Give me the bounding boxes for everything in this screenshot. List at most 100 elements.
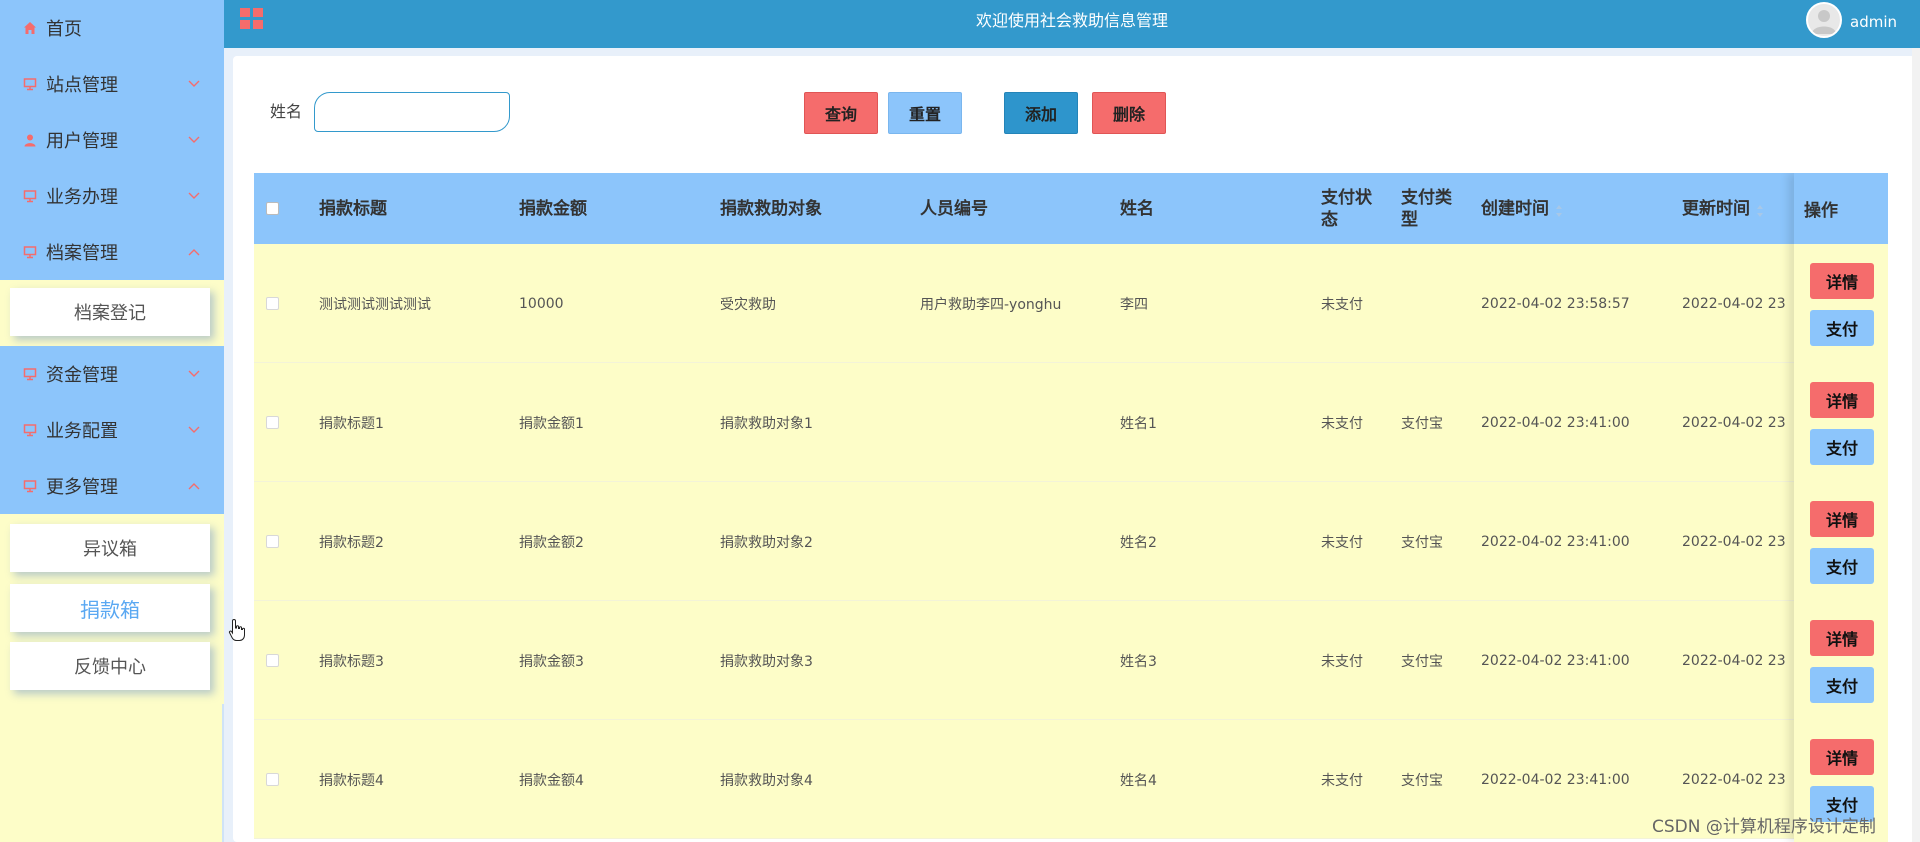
cell-person-no: [920, 363, 1115, 482]
column-header: 支付类型: [1401, 187, 1452, 230]
sort-icon[interactable]: [1756, 202, 1764, 217]
column-header: 创建时间: [1481, 198, 1549, 219]
cell-target: 捐款救助对象3: [720, 653, 813, 670]
sort-icon[interactable]: [1555, 202, 1563, 217]
table-header: 捐款标题 捐款金额 捐款救助对象 人员编号 姓名 支付状态 支付类型 创建时间 …: [254, 173, 1888, 244]
select-all-checkbox[interactable]: [266, 202, 279, 215]
reset-button[interactable]: 重置: [888, 92, 962, 134]
cell-created: 2022-04-02 23:58:57: [1481, 295, 1630, 312]
name-search-input[interactable]: [314, 92, 510, 132]
user-icon: [22, 132, 38, 148]
cell-pay-status: 未支付: [1321, 653, 1363, 670]
column-header: 捐款金额: [519, 198, 587, 219]
sidebar-item-archive[interactable]: 档案管理: [0, 224, 224, 280]
more-submenu: 异议箱 捐款箱 反馈中心: [0, 514, 224, 704]
add-button[interactable]: 添加: [1004, 92, 1078, 134]
sidebar-item-users[interactable]: 用户管理: [0, 112, 224, 168]
row-checkbox[interactable]: [266, 535, 279, 548]
cell-title: 捐款标题3: [319, 653, 384, 670]
page-scrollbar[interactable]: [1912, 48, 1920, 842]
pay-button[interactable]: 支付: [1810, 667, 1874, 703]
sidebar-item-label: 站点管理: [46, 75, 118, 96]
sortable-column-created[interactable]: 创建时间: [1481, 173, 1563, 244]
cell-updated: 2022-04-02 23: [1682, 652, 1786, 669]
sub-item-donation-box[interactable]: 捐款箱: [10, 584, 210, 632]
cell-name: 姓名4: [1120, 772, 1157, 789]
cell-title: 捐款标题2: [319, 534, 384, 551]
table-row[interactable]: 测试测试测试测试 10000 受灾救助 用户救助李四-yonghu 李四 未支付…: [254, 244, 1888, 363]
sidebar-item-home[interactable]: 首页: [0, 0, 224, 56]
cell-pay-status: 未支付: [1321, 534, 1363, 551]
cell-name: 姓名2: [1120, 534, 1157, 551]
delete-button[interactable]: 删除: [1092, 92, 1166, 134]
table-row[interactable]: 捐款标题1 捐款金额1 捐款救助对象1 姓名1 未支付 支付宝 2022-04-…: [254, 363, 1888, 482]
sidebar-item-business[interactable]: 业务办理: [0, 168, 224, 224]
main-content: 姓名 查询 重置 添加 删除 捐款标题 捐款金额 捐款救助对象 人员编号 姓名 …: [233, 56, 1915, 842]
table-row[interactable]: 捐款标题4 捐款金额4 捐款救助对象4 姓名4 未支付 支付宝 2022-04-…: [254, 720, 1888, 839]
detail-button[interactable]: 详情: [1810, 382, 1874, 418]
detail-button[interactable]: 详情: [1810, 263, 1874, 299]
chevron-down-icon: [188, 190, 200, 202]
pay-button[interactable]: 支付: [1810, 310, 1874, 346]
cell-updated: 2022-04-02 23: [1682, 414, 1786, 431]
cell-amount: 10000: [519, 295, 564, 312]
detail-button[interactable]: 详情: [1810, 501, 1874, 537]
sidebar: 首页 站点管理 用户管理 业务办理 档案管理 档案登记 资金管理 业务配置 更多…: [0, 0, 224, 842]
row-checkbox[interactable]: [266, 297, 279, 310]
cell-title: 捐款标题1: [319, 415, 384, 432]
chevron-down-icon: [188, 78, 200, 90]
cell-updated: 2022-04-02 23: [1682, 295, 1786, 312]
cell-updated: 2022-04-02 23: [1682, 533, 1786, 550]
avatar[interactable]: [1806, 2, 1842, 38]
cell-target: 受灾救助: [720, 296, 776, 313]
table-row[interactable]: 捐款标题3 捐款金额3 捐款救助对象3 姓名3 未支付 支付宝 2022-04-…: [254, 601, 1888, 720]
hand-cursor-icon: [228, 618, 246, 642]
row-checkbox[interactable]: [266, 416, 279, 429]
cell-created: 2022-04-02 23:41:00: [1481, 414, 1630, 431]
monitor-icon: [22, 478, 38, 494]
sub-item-archive-register[interactable]: 档案登记: [10, 288, 210, 336]
chevron-up-icon: [188, 480, 200, 492]
column-header: 捐款救助对象: [720, 198, 822, 219]
pay-button[interactable]: 支付: [1810, 429, 1874, 465]
sidebar-item-more[interactable]: 更多管理: [0, 458, 224, 514]
operations-column: 操作 详情 支付 详情 支付 详情 支付 详情 支付 详情 支付: [1794, 173, 1888, 842]
chevron-down-icon: [188, 424, 200, 436]
sidebar-item-site[interactable]: 站点管理: [0, 56, 224, 112]
cell-target: 捐款救助对象2: [720, 534, 813, 551]
sub-item-feedback-center[interactable]: 反馈中心: [10, 642, 210, 690]
cell-pay-type: 支付宝: [1401, 534, 1443, 551]
detail-button[interactable]: 详情: [1810, 739, 1874, 775]
sidebar-item-label: 更多管理: [46, 477, 118, 498]
cell-amount: 捐款金额1: [519, 415, 584, 432]
username[interactable]: admin: [1850, 0, 1897, 44]
pay-button[interactable]: 支付: [1810, 548, 1874, 584]
cell-amount: 捐款金额2: [519, 534, 584, 551]
column-header: 姓名: [1120, 198, 1154, 219]
home-icon: [22, 20, 38, 36]
cell-person-no: [920, 601, 1115, 720]
cell-created: 2022-04-02 23:41:00: [1481, 771, 1630, 788]
column-header: 捐款标题: [319, 198, 387, 219]
column-header: 人员编号: [920, 198, 988, 219]
cell-pay-status: 未支付: [1321, 772, 1363, 789]
sidebar-item-label: 资金管理: [46, 365, 118, 386]
monitor-icon: [22, 366, 38, 382]
detail-button[interactable]: 详情: [1810, 620, 1874, 656]
table-row[interactable]: 捐款标题2 捐款金额2 捐款救助对象2 姓名2 未支付 支付宝 2022-04-…: [254, 482, 1888, 601]
sidebar-item-funds[interactable]: 资金管理: [0, 346, 224, 402]
search-button[interactable]: 查询: [804, 92, 878, 134]
sidebar-item-config[interactable]: 业务配置: [0, 402, 224, 458]
cell-amount: 捐款金额4: [519, 772, 584, 789]
cell-pay-type: [1401, 244, 1479, 363]
cell-pay-status: 未支付: [1321, 415, 1363, 432]
cell-title: 捐款标题4: [319, 772, 384, 789]
sortable-column-updated[interactable]: 更新时间: [1682, 173, 1764, 244]
chevron-down-icon: [188, 134, 200, 146]
row-checkbox[interactable]: [266, 654, 279, 667]
cell-created: 2022-04-02 23:41:00: [1481, 533, 1630, 550]
sub-item-objection-box[interactable]: 异议箱: [10, 524, 210, 572]
row-checkbox[interactable]: [266, 773, 279, 786]
cell-target: 捐款救助对象4: [720, 772, 813, 789]
sidebar-item-label: 档案管理: [46, 243, 118, 264]
